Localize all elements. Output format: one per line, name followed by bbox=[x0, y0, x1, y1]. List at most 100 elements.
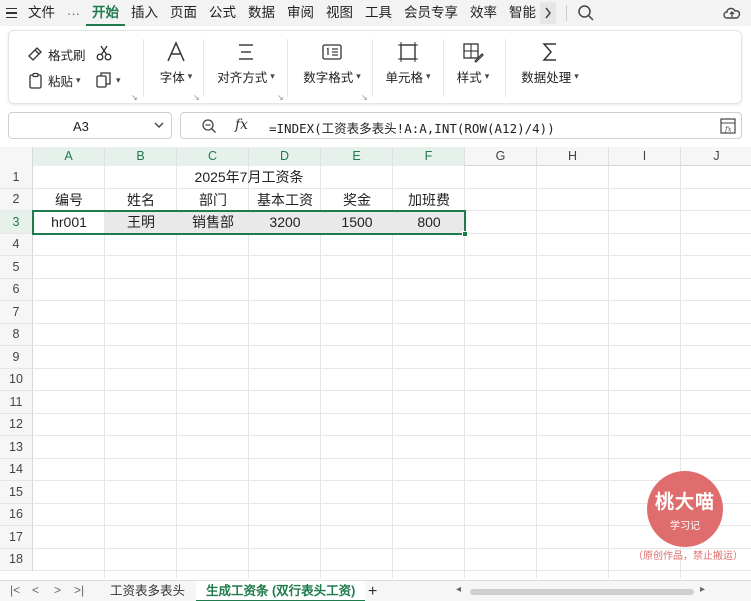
select-all-corner[interactable] bbox=[0, 147, 33, 166]
tab-insert[interactable]: 插入 bbox=[125, 0, 164, 26]
chevron-down-icon: ▾ bbox=[484, 71, 490, 81]
tab-view[interactable]: 视图 bbox=[320, 0, 359, 26]
row-header-18[interactable]: 18 bbox=[0, 548, 33, 571]
paste-button[interactable]: 粘贴 ▾ bbox=[27, 71, 81, 90]
more-menu[interactable]: ··· bbox=[61, 6, 86, 21]
column-header-f[interactable]: F bbox=[393, 147, 465, 166]
row-header-15[interactable]: 15 bbox=[0, 481, 33, 504]
row-header-13[interactable]: 13 bbox=[0, 436, 33, 459]
search-icon[interactable] bbox=[577, 4, 595, 22]
cloud-sync-icon[interactable] bbox=[721, 4, 743, 22]
tab-member[interactable]: 会员专享 bbox=[398, 0, 464, 26]
row-header-5[interactable]: 5 bbox=[0, 256, 33, 279]
alignment-button[interactable]: 对齐方式 ▾ bbox=[213, 41, 279, 86]
chevron-down-icon: ▾ bbox=[356, 71, 361, 81]
chevron-down-icon: ▾ bbox=[187, 71, 193, 81]
spreadsheet-grid[interactable]: ABCDEFGHIJ 1 2 3 4 5 6 7 8 9 10 11 12 13 14 15 16 17 18 2… bbox=[0, 147, 751, 579]
tab-review[interactable]: 审阅 bbox=[281, 0, 320, 26]
add-sheet-button[interactable]: + bbox=[368, 581, 377, 601]
column-header-j[interactable]: J bbox=[681, 147, 751, 166]
data-processing-button[interactable]: 数据处理 ▾ bbox=[517, 41, 583, 86]
chevron-right-icon[interactable] bbox=[540, 2, 556, 24]
first-sheet-icon[interactable]: |< bbox=[10, 583, 20, 597]
column-header-e[interactable]: E bbox=[321, 147, 393, 166]
row-header-7[interactable]: 7 bbox=[0, 301, 33, 324]
format-painter-button[interactable]: 格式刷 bbox=[27, 45, 86, 64]
tab-formula[interactable]: 公式 bbox=[203, 0, 242, 26]
hamburger-icon[interactable] bbox=[0, 0, 22, 26]
column-header-a[interactable]: A bbox=[33, 147, 105, 166]
tab-home[interactable]: 开始 bbox=[86, 0, 125, 26]
expand-formula-icon[interactable]: fx bbox=[719, 117, 737, 138]
formula-bar[interactable]: fx =INDEX(工资表多表头!A:A,INT(ROW(A12)/4)) fx bbox=[180, 112, 742, 139]
cell-c1-title[interactable]: 2025年7月工资条 bbox=[177, 166, 321, 189]
dialog-launcher-icon[interactable]: ↘ bbox=[193, 93, 200, 102]
horizontal-scrollbar[interactable] bbox=[470, 589, 694, 595]
chevron-down-icon[interactable] bbox=[153, 117, 165, 136]
next-sheet-icon[interactable]: > bbox=[54, 583, 61, 597]
column-header-d[interactable]: D bbox=[249, 147, 321, 166]
row-header-1[interactable]: 1 bbox=[0, 166, 33, 189]
paste-label: 粘贴 bbox=[48, 75, 74, 89]
tab-tools[interactable]: 工具 bbox=[359, 0, 398, 26]
gridline-col bbox=[608, 166, 609, 579]
dialog-launcher-icon[interactable]: ↘ bbox=[361, 93, 368, 102]
chevron-down-icon[interactable]: ▾ bbox=[76, 75, 81, 86]
style-button[interactable]: 样式 ▾ bbox=[451, 41, 495, 86]
column-header-c[interactable]: C bbox=[177, 147, 249, 166]
row-header-11[interactable]: 11 bbox=[0, 391, 33, 414]
sheet-tab-multi-header[interactable]: 工资表多表头 bbox=[100, 581, 195, 601]
tab-page[interactable]: 页面 bbox=[164, 0, 203, 26]
zoom-icon[interactable] bbox=[201, 118, 217, 137]
sheet-tab-bar: |< < > >| 工资表多表头 生成工资条 (双行表头工资) + ◂ ▸ bbox=[0, 580, 751, 601]
copy-button[interactable]: ▾ bbox=[95, 71, 121, 89]
cut-button[interactable] bbox=[95, 44, 113, 62]
number-format-button[interactable]: 数字格式 ▾ bbox=[297, 41, 367, 86]
row-header-17[interactable]: 17 bbox=[0, 526, 33, 549]
tab-smart[interactable]: 智能 bbox=[503, 0, 538, 26]
cell-d2[interactable]: 基本工资 bbox=[249, 189, 321, 212]
chevron-down-icon: ▾ bbox=[574, 71, 579, 81]
name-box[interactable]: A3 bbox=[8, 112, 172, 139]
clipboard-icon bbox=[29, 72, 42, 89]
chevron-down-icon: ▾ bbox=[270, 71, 275, 81]
scroll-right-icon[interactable]: ▸ bbox=[700, 584, 705, 595]
cell-icon bbox=[398, 42, 418, 62]
row-header-14[interactable]: 14 bbox=[0, 458, 33, 481]
column-header-g[interactable]: G bbox=[465, 147, 537, 166]
cell-button[interactable]: 单元格 ▾ bbox=[381, 41, 435, 86]
cell-f2[interactable]: 加班费 bbox=[393, 189, 465, 212]
cell-b2[interactable]: 姓名 bbox=[105, 189, 177, 212]
column-header-h[interactable]: H bbox=[537, 147, 609, 166]
scroll-left-icon[interactable]: ◂ bbox=[456, 584, 461, 595]
menu-file[interactable]: 文件 bbox=[22, 0, 61, 26]
row-header-12[interactable]: 12 bbox=[0, 413, 33, 436]
watermark-note: （原创作品，禁止搬运） bbox=[633, 551, 743, 562]
fill-handle[interactable] bbox=[462, 231, 468, 237]
chevron-down-icon[interactable]: ▾ bbox=[116, 75, 121, 86]
column-header-i[interactable]: I bbox=[609, 147, 681, 166]
row-header-9[interactable]: 9 bbox=[0, 346, 33, 369]
tab-data[interactable]: 数据 bbox=[242, 0, 281, 26]
prev-sheet-icon[interactable]: < bbox=[32, 583, 39, 597]
row-header-3[interactable]: 3 bbox=[0, 211, 33, 234]
row-header-10[interactable]: 10 bbox=[0, 368, 33, 391]
fx-icon[interactable]: fx bbox=[235, 117, 248, 133]
dialog-launcher-icon[interactable]: ↘ bbox=[131, 93, 138, 102]
cell-a2[interactable]: 编号 bbox=[33, 189, 105, 212]
dialog-launcher-icon[interactable]: ↘ bbox=[277, 93, 284, 102]
row-header-4[interactable]: 4 bbox=[0, 233, 33, 256]
font-button[interactable]: 字体 ▾ bbox=[153, 41, 199, 86]
row-header-2[interactable]: 2 bbox=[0, 188, 33, 211]
column-header-b[interactable]: B bbox=[105, 147, 177, 166]
tab-efficiency[interactable]: 效率 bbox=[464, 0, 503, 26]
ribbon-divider bbox=[203, 39, 204, 97]
last-sheet-icon[interactable]: >| bbox=[74, 583, 84, 597]
formula-input[interactable]: =INDEX(工资表多表头!A:A,INT(ROW(A12)/4)) bbox=[269, 118, 555, 137]
cell-c2[interactable]: 部门 bbox=[177, 189, 249, 212]
row-header-16[interactable]: 16 bbox=[0, 503, 33, 526]
cell-e2[interactable]: 奖金 bbox=[321, 189, 393, 212]
row-header-8[interactable]: 8 bbox=[0, 323, 33, 346]
row-header-6[interactable]: 6 bbox=[0, 278, 33, 301]
sheet-tab-payslip[interactable]: 生成工资条 (双行表头工资) bbox=[196, 581, 366, 601]
